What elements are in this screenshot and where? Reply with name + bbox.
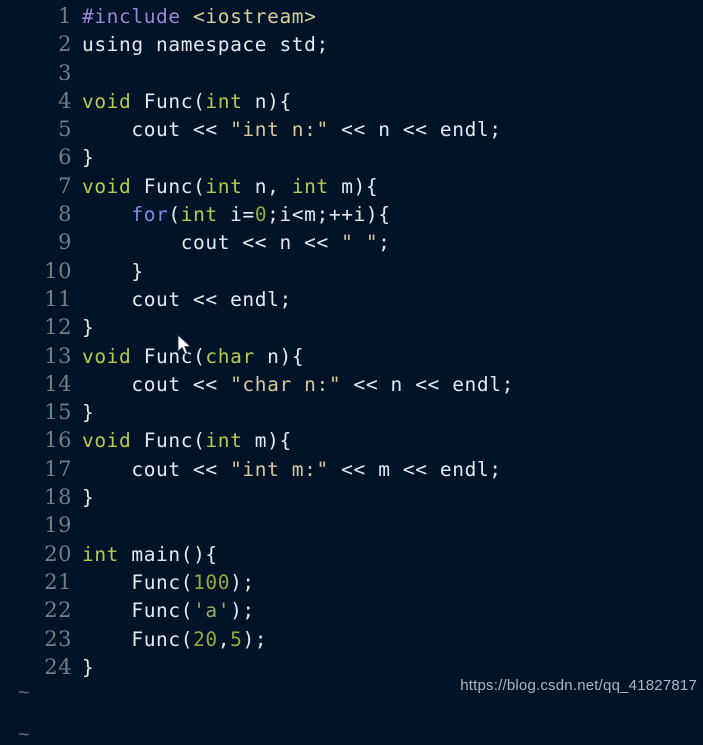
token-keyword: void bbox=[82, 344, 132, 368]
line-content: void Func(int n, int m){ bbox=[82, 174, 379, 198]
line-number: 16 bbox=[44, 428, 72, 453]
line-content: } bbox=[82, 259, 144, 283]
token-keyword: int bbox=[205, 429, 243, 453]
line-number: 23 bbox=[44, 626, 72, 651]
code-line[interactable]: 7 void Func(int n, int m){ bbox=[0, 172, 703, 200]
line-number: 13 bbox=[44, 343, 72, 368]
line-number: 21 bbox=[44, 569, 72, 594]
line-number: 9 bbox=[58, 230, 72, 255]
token-header: <iostream> bbox=[193, 5, 317, 28]
code-line[interactable]: 16 void Func(int m){ bbox=[0, 426, 703, 454]
token-string: " " bbox=[341, 231, 379, 255]
line-number: 14 bbox=[44, 371, 72, 396]
token-control-keyword: for bbox=[131, 203, 169, 227]
token-preprocessor: #include bbox=[82, 5, 181, 28]
code-line[interactable]: 18 } bbox=[0, 483, 703, 511]
token-keyword: char bbox=[205, 344, 255, 368]
code-line[interactable]: 6 } bbox=[0, 143, 703, 171]
code-line[interactable]: 11 cout << endl; bbox=[0, 285, 703, 313]
token-number: 0 bbox=[254, 203, 268, 227]
line-content: void Func(int n){ bbox=[82, 89, 292, 113]
code-line[interactable]: 13 void Func(char n){ bbox=[0, 342, 703, 370]
token-number: 100 bbox=[193, 570, 231, 594]
token-keyword: int bbox=[82, 542, 120, 566]
token-keyword: void bbox=[82, 429, 132, 453]
line-number: 8 bbox=[58, 202, 72, 227]
line-content: Func('a'); bbox=[82, 599, 255, 623]
line-content: int main(){ bbox=[82, 542, 218, 566]
line-content: Func(100); bbox=[82, 570, 255, 594]
code-line[interactable]: 10 } bbox=[0, 257, 703, 285]
code-line[interactable]: 8 for(int i=0;i<m;++i){ bbox=[0, 200, 703, 228]
code-line[interactable]: 3 bbox=[0, 59, 703, 87]
code-line[interactable]: 1 #include <iostream> bbox=[0, 2, 703, 30]
line-number: 7 bbox=[58, 173, 72, 198]
line-content: } bbox=[82, 146, 95, 170]
line-number: 24 bbox=[44, 654, 72, 679]
line-content: #include <iostream> bbox=[72, 3, 316, 31]
token-keyword: int bbox=[205, 174, 243, 198]
line-content: } bbox=[82, 401, 95, 425]
code-line[interactable]: 5 cout << "int n:" << n << endl; bbox=[0, 115, 703, 143]
empty-line-marker: ~ bbox=[18, 723, 30, 745]
code-line[interactable]: 12 } bbox=[0, 313, 703, 341]
token-number: 20 bbox=[193, 627, 218, 651]
code-line[interactable]: 15 } bbox=[0, 398, 703, 426]
line-content: for(int i=0;i<m;++i){ bbox=[131, 203, 391, 227]
line-number: 18 bbox=[44, 485, 72, 510]
code-line[interactable]: 21 Func(100); bbox=[0, 568, 703, 596]
line-number: 4 bbox=[58, 88, 72, 113]
token-keyword: void bbox=[82, 89, 132, 113]
line-number: 10 bbox=[44, 258, 72, 283]
line-number: 1 bbox=[58, 4, 72, 28]
line-content: } bbox=[82, 316, 95, 340]
line-content: } bbox=[82, 655, 95, 679]
token-keyword: void bbox=[82, 174, 132, 198]
code-line[interactable]: 14 cout << "char n:" << n << endl; bbox=[0, 370, 703, 398]
line-content: Func(20,5); bbox=[82, 627, 268, 651]
code-line[interactable]: 19 bbox=[0, 511, 703, 539]
line-number: 5 bbox=[58, 117, 72, 142]
line-number: 12 bbox=[44, 315, 72, 340]
line-number: 17 bbox=[44, 456, 72, 481]
code-line[interactable]: 20 int main(){ bbox=[0, 540, 703, 568]
code-line[interactable]: 23 Func(20,5); bbox=[0, 625, 703, 653]
token-string: "char n:" bbox=[230, 372, 342, 396]
token-string: "int m:" bbox=[230, 457, 329, 481]
line-content: cout << "int n:" << n << endl; bbox=[82, 118, 502, 142]
line-number: 19 bbox=[44, 513, 72, 538]
token-number: 5 bbox=[230, 627, 243, 651]
line-number: 22 bbox=[44, 598, 72, 623]
code-line[interactable]: 17 cout << "int m:" << m << endl; bbox=[0, 455, 703, 483]
line-number: 11 bbox=[44, 286, 72, 311]
line-content: cout << "int m:" << m << endl; bbox=[82, 457, 502, 481]
code-editor[interactable]: 1 #include <iostream> 2 using namespace … bbox=[0, 0, 703, 745]
code-lines-container[interactable]: 1 #include <iostream> 2 using namespace … bbox=[0, 2, 703, 681]
line-content: cout << endl; bbox=[82, 287, 292, 311]
line-content: void Func(int m){ bbox=[82, 429, 292, 453]
line-content: void Func(char n){ bbox=[82, 344, 305, 368]
line-number: 20 bbox=[44, 541, 72, 566]
line-number: 3 bbox=[58, 60, 72, 85]
line-content: } bbox=[82, 486, 95, 510]
code-line[interactable]: 22 Func('a'); bbox=[0, 596, 703, 624]
token-keyword: int bbox=[180, 203, 218, 227]
line-number: 15 bbox=[44, 400, 72, 425]
token-keyword: int bbox=[205, 89, 243, 113]
line-content: using namespace std; bbox=[82, 33, 329, 57]
token-string: "int n:" bbox=[230, 118, 329, 142]
code-line[interactable]: 9 cout << n << " "; bbox=[0, 228, 703, 256]
line-content: cout << "char n:" << n << endl; bbox=[82, 372, 514, 396]
line-content: cout << n << " "; bbox=[82, 231, 391, 255]
watermark-url: https://blog.csdn.net/qq_41827817 bbox=[460, 677, 697, 694]
line-number: 6 bbox=[58, 145, 72, 170]
token-keyword: int bbox=[291, 174, 329, 198]
token-char-literal: 'a' bbox=[193, 599, 231, 623]
code-line[interactable]: 2 using namespace std; bbox=[0, 30, 703, 58]
line-number: 2 bbox=[58, 32, 72, 57]
code-line[interactable]: 4 void Func(int n){ bbox=[0, 87, 703, 115]
